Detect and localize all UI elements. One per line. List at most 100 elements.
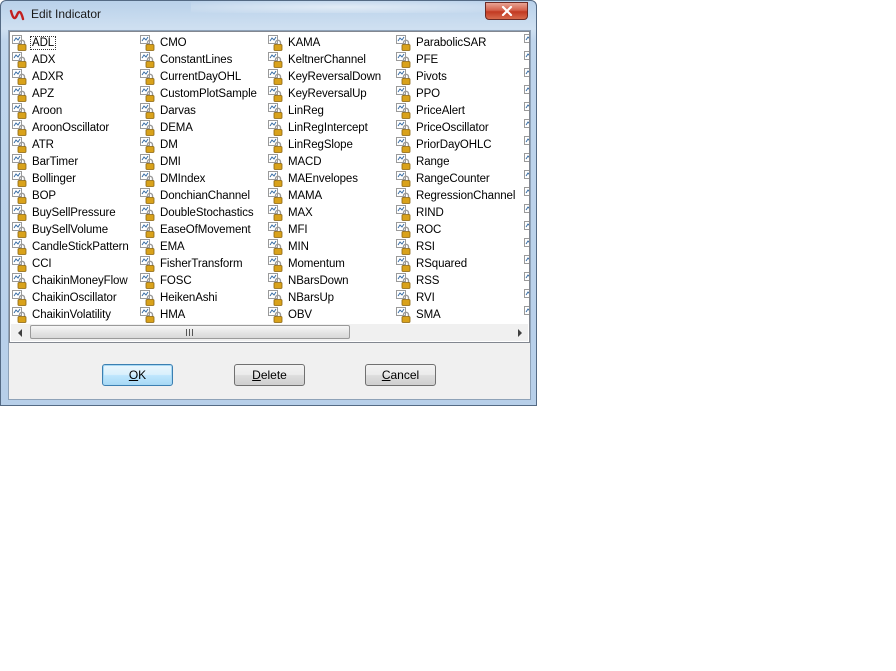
indicator-list-item[interactable]: HMA xyxy=(140,306,186,323)
indicator-list-item[interactable]: NBarsDown xyxy=(268,272,349,289)
indicator-list-item[interactable]: HeikenAshi xyxy=(140,289,218,306)
indicator-list-item[interactable]: KAMA xyxy=(268,34,321,51)
title-bar[interactable]: Edit Indicator xyxy=(1,1,536,29)
horizontal-scrollbar[interactable] xyxy=(11,324,528,341)
indicator-list-item[interactable]: LinReg xyxy=(268,102,325,119)
indicator-list-item[interactable]: EaseOfMovement xyxy=(140,221,252,238)
indicator-list-item[interactable]: RSquared xyxy=(396,255,468,272)
indicator-list-item[interactable]: CustomPlotSample xyxy=(140,85,258,102)
close-button[interactable] xyxy=(485,2,528,20)
locked-indicator-icon xyxy=(268,51,284,68)
indicator-list-item[interactable]: RIND xyxy=(396,204,445,221)
indicator-list-item[interactable]: FisherTransform xyxy=(140,255,243,272)
indicator-list-item[interactable]: FOSC xyxy=(140,272,193,289)
indicator-list-item[interactable]: CurrentDayOHL xyxy=(140,68,242,85)
app-logo-icon[interactable] xyxy=(9,7,25,23)
indicator-label: PriceAlert xyxy=(416,104,465,117)
indicator-list-item[interactable]: PriorDayOHLC xyxy=(396,136,492,153)
indicator-list-item[interactable]: ADL xyxy=(12,34,57,51)
indicator-list-item[interactable]: ADXR xyxy=(12,68,65,85)
indicator-list-item[interactable]: Bollinger xyxy=(12,170,77,187)
indicator-list-item[interactable]: RegressionChannel xyxy=(396,187,516,204)
indicator-list-item[interactable]: KeltnerChannel xyxy=(268,51,367,68)
indicator-list-item[interactable]: ParabolicSAR xyxy=(396,34,487,51)
indicator-list-item[interactable]: BuySellVolume xyxy=(12,221,109,238)
indicator-list-item[interactable]: PriceAlert xyxy=(396,102,466,119)
indicator-list-item[interactable]: CCI xyxy=(12,255,53,272)
cancel-button[interactable]: Cancel xyxy=(365,364,436,386)
close-icon xyxy=(501,6,512,16)
indicator-list-item[interactable]: ChaikinMoneyFlow xyxy=(12,272,129,289)
indicator-list-item[interactable]: ATR xyxy=(12,136,55,153)
indicator-list-item[interactable]: Aroon xyxy=(12,102,63,119)
locked-indicator-icon xyxy=(268,255,284,272)
locked-indicator-icon xyxy=(268,119,284,136)
indicator-list-item[interactable]: DMI xyxy=(140,153,182,170)
indicator-list-item[interactable]: LinRegSlope xyxy=(268,136,354,153)
delete-button[interactable]: Delete xyxy=(234,364,305,386)
indicator-list-item[interactable]: ADX xyxy=(12,51,56,68)
indicator-list-item[interactable]: APZ xyxy=(12,85,55,102)
indicator-list-item[interactable]: EMA xyxy=(140,238,186,255)
indicator-list-item[interactable]: Darvas xyxy=(140,102,197,119)
indicator-label: AroonOscillator xyxy=(32,121,110,134)
indicator-list-item[interactable]: AroonOscillator xyxy=(12,119,110,136)
locked-indicator-icon xyxy=(12,187,28,204)
scrollbar-thumb[interactable] xyxy=(30,325,350,339)
indicator-list-item[interactable]: BarTimer xyxy=(12,153,79,170)
indicator-list-item[interactable]: PriceOscillator xyxy=(396,119,490,136)
locked-indicator-icon xyxy=(268,136,284,153)
locked-indicator-icon xyxy=(12,68,28,85)
indicator-list-item[interactable]: PFE xyxy=(396,51,439,68)
indicator-list-item[interactable]: MAX xyxy=(268,204,314,221)
indicator-list-item[interactable]: MACD xyxy=(268,153,322,170)
indicator-list-item[interactable]: OBV xyxy=(268,306,313,323)
indicator-list-item[interactable]: RangeCounter xyxy=(396,170,491,187)
indicator-list-item[interactable]: MAEnvelopes xyxy=(268,170,359,187)
indicator-list-item[interactable]: Range xyxy=(396,153,450,170)
edit-indicator-window: Edit Indicator ADL ADX ADXR APZ Aroon AroonOs… xyxy=(0,0,537,406)
indicator-list-item[interactable]: DEMA xyxy=(140,119,194,136)
locked-indicator-icon xyxy=(396,136,412,153)
indicator-list-item[interactable]: CandleStickPattern xyxy=(12,238,130,255)
delete-button-label: elete xyxy=(260,368,287,382)
indicator-list-item[interactable]: MFI xyxy=(268,221,309,238)
indicator-list-item[interactable]: SMA xyxy=(396,306,442,323)
indicator-list-item[interactable]: NBarsUp xyxy=(268,289,335,306)
indicator-list-item[interactable]: ConstantLines xyxy=(140,51,233,68)
indicator-list-item[interactable]: PPO xyxy=(396,85,441,102)
indicator-list-item[interactable]: DoubleStochastics xyxy=(140,204,255,221)
indicator-list-item[interactable]: KeyReversalUp xyxy=(268,85,368,102)
locked-indicator-icon xyxy=(268,34,284,51)
indicator-list-item[interactable]: ChaikinVolatility xyxy=(12,306,112,323)
indicator-list-item[interactable]: RSS xyxy=(396,272,440,289)
indicator-list-item[interactable]: ChaikinOscillator xyxy=(12,289,118,306)
indicator-list-item[interactable]: Momentum xyxy=(268,255,346,272)
indicator-list-item[interactable]: BOP xyxy=(12,187,57,204)
locked-indicator-icon xyxy=(12,136,28,153)
locked-indicator-icon xyxy=(396,68,412,85)
indicator-list-item[interactable]: CMO xyxy=(140,34,188,51)
indicator-list-item[interactable]: RVI xyxy=(396,289,436,306)
ok-button[interactable]: OK xyxy=(102,364,173,386)
indicator-label: PriceOscillator xyxy=(416,121,489,134)
indicator-list-item[interactable]: KeyReversalDown xyxy=(268,68,382,85)
indicator-list-item[interactable]: MIN xyxy=(268,238,310,255)
indicator-list-item[interactable]: RSI xyxy=(396,238,436,255)
scroll-right-button[interactable] xyxy=(511,324,528,341)
indicator-list-item[interactable]: DMIndex xyxy=(140,170,206,187)
indicator-label: MACD xyxy=(288,155,322,168)
indicator-list-item[interactable]: LinRegIntercept xyxy=(268,119,369,136)
scroll-left-button[interactable] xyxy=(11,324,28,341)
indicator-list-item[interactable]: Pivots xyxy=(396,68,448,85)
indicator-list[interactable]: ADL ADX ADXR APZ Aroon AroonOscillator ATR BarT… xyxy=(9,31,530,343)
indicator-list-item[interactable]: ROC xyxy=(396,221,442,238)
indicator-list-item[interactable]: DM xyxy=(140,136,179,153)
indicator-list-item[interactable]: DonchianChannel xyxy=(140,187,251,204)
indicator-list-item[interactable]: MAMA xyxy=(268,187,323,204)
indicator-label: MIN xyxy=(288,240,309,253)
indicator-label: MAX xyxy=(288,206,313,219)
locked-indicator-icon xyxy=(12,289,28,306)
indicator-label: CustomPlotSample xyxy=(160,87,257,100)
indicator-list-item[interactable]: BuySellPressure xyxy=(12,204,117,221)
